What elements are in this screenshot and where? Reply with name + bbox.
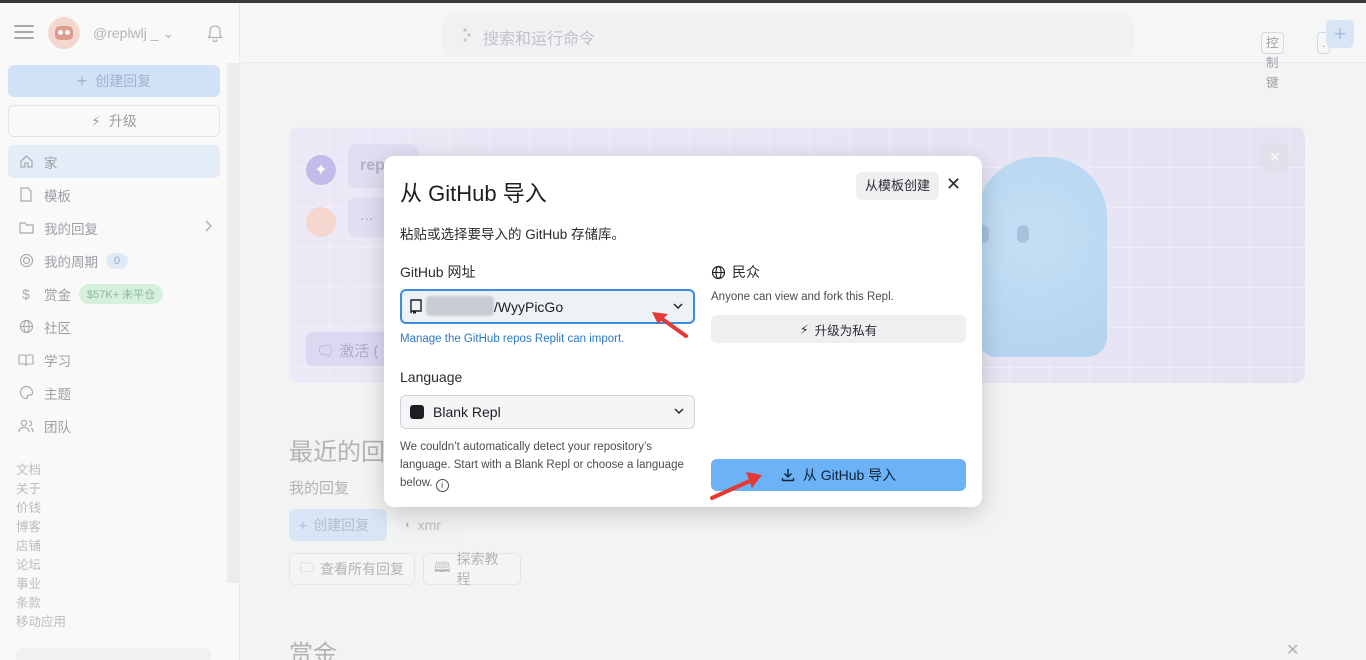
language-detection-note: We couldn’t automatically detect your re…	[400, 438, 700, 492]
lightning-icon: ⚡︎	[799, 322, 809, 337]
github-url-label: GitHub 网址	[400, 264, 476, 280]
info-icon[interactable]: i	[435, 479, 449, 492]
chevron-down-icon	[674, 408, 684, 414]
modal-title: 从 GitHub 导入	[400, 181, 547, 206]
import-button-label: 从 GitHub 导入	[802, 467, 897, 483]
annotation-arrow	[710, 472, 762, 500]
github-url-value: /WyyPicGo	[494, 299, 564, 315]
language-label: Language	[400, 369, 463, 385]
public-label: 民众	[732, 264, 760, 280]
upgrade-to-private-button[interactable]: ⚡︎ 升级为私有	[711, 315, 966, 343]
language-value: Blank Repl	[433, 404, 501, 420]
window-top-border	[0, 0, 1366, 3]
annotation-arrow	[652, 312, 688, 338]
manage-repos-link[interactable]: Manage the GitHub repos Replit can impor…	[400, 333, 624, 345]
globe-icon	[711, 265, 726, 279]
repo-icon	[410, 299, 422, 314]
download-icon	[781, 469, 795, 482]
close-icon[interactable]: ✕	[946, 174, 961, 195]
redacted-username	[426, 296, 494, 316]
blank-repl-icon	[410, 405, 424, 419]
public-description: Anyone can view and fork this Repl.	[711, 291, 894, 303]
visibility-label: 民众	[711, 262, 760, 282]
modal-description: 粘贴或选择要导入的 GitHub 存储库。	[400, 227, 626, 242]
create-from-template-button[interactable]: 从模板创建	[856, 172, 940, 200]
private-button-label: 升级为私有	[814, 323, 878, 338]
language-select[interactable]: Blank Repl	[400, 395, 695, 429]
